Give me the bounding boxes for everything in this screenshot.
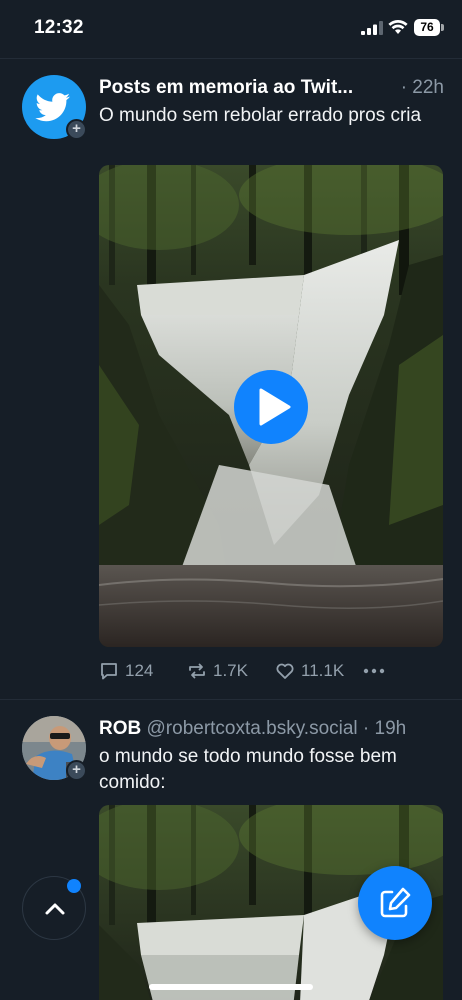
repost-button[interactable]: 1.7K (187, 659, 248, 683)
wifi-icon (388, 20, 408, 34)
post-header: Posts em memoria ao Twit... · 22h (99, 77, 444, 101)
reply-button[interactable]: 124 (99, 659, 153, 683)
play-icon (259, 388, 291, 426)
post-header: ROB @robertcoxta.bsky.social · 19h (99, 718, 444, 742)
reply-count: 124 (125, 661, 154, 680)
like-button[interactable]: 11.1K (275, 659, 344, 683)
follow-plus-icon[interactable]: + (66, 119, 87, 140)
feed-post[interactable]: + Posts em memoria ao Twit... · 22h O mu… (0, 59, 462, 699)
post-text: O mundo sem rebolar errado pros cria (99, 105, 422, 126)
repost-icon (189, 663, 205, 679)
status-time: 12:32 (34, 17, 84, 38)
display-name[interactable]: ROB (99, 718, 141, 739)
compose-icon (380, 887, 411, 918)
post-timestamp: · 22h (400, 77, 444, 98)
status-bar: 12:32 76 (0, 0, 462, 58)
more-options-button[interactable] (363, 659, 385, 683)
follow-plus-icon[interactable]: + (66, 760, 87, 781)
feed-screen: 12:32 76 + Posts em memoria ao Twit... · (0, 0, 462, 1000)
reply-icon (101, 663, 117, 680)
feed-post[interactable]: + ROB @robertcoxta.bsky.social · 19h o m… (0, 700, 462, 1000)
more-dots-icon (363, 668, 385, 674)
compose-button[interactable] (358, 866, 432, 940)
battery-level: 76 (414, 19, 440, 36)
new-posts-indicator (67, 879, 81, 893)
like-count: 11.1K (301, 661, 345, 680)
repost-count: 1.7K (213, 661, 248, 680)
display-name[interactable]: Posts em memoria ao Twit... (99, 77, 353, 99)
play-button[interactable] (234, 370, 308, 444)
post-text: o mundo se todo mundo fosse bem comido: (99, 746, 397, 793)
video-thumbnail[interactable] (99, 165, 443, 647)
post-timestamp: · 19h (362, 718, 407, 739)
home-indicator (149, 984, 313, 990)
post-actions: 124 1.7K 11.1K (99, 659, 399, 683)
battery-icon: 76 (414, 19, 444, 36)
handle[interactable]: @robertcoxta.bsky.social (147, 718, 358, 739)
signal-icon (361, 21, 383, 35)
heart-icon (276, 663, 294, 679)
